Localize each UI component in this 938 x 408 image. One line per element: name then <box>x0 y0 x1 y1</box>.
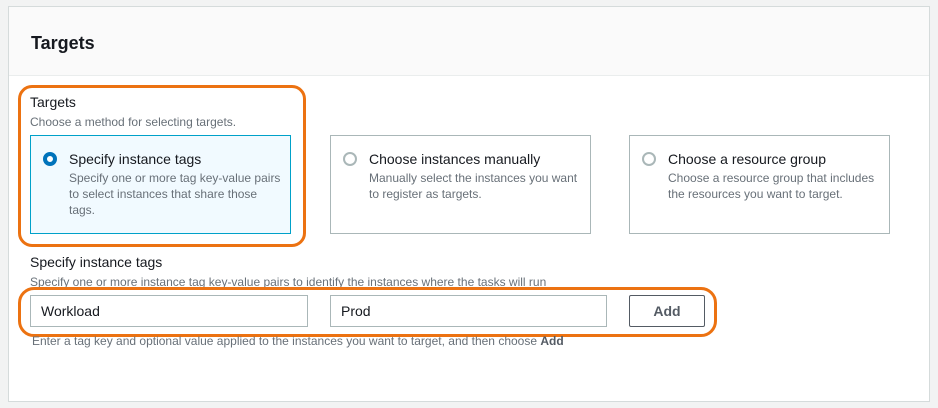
option-choose-instances-manually[interactable]: Choose instances manually Manually selec… <box>330 135 591 234</box>
option-description: Choose a resource group that includes th… <box>668 171 875 201</box>
help-text: Enter a tag key and optional value appli… <box>32 334 541 348</box>
panel-header: Targets <box>9 7 929 76</box>
tags-help-text: Enter a tag key and optional value appli… <box>32 334 564 348</box>
option-title: Choose instances manually <box>369 151 541 167</box>
tags-label: Specify instance tags <box>30 254 163 270</box>
radio-choose-resource-group[interactable] <box>642 152 656 166</box>
highlight-tag-inputs <box>18 287 717 337</box>
highlight-targets-box <box>18 85 306 247</box>
option-description: Manually select the instances you want t… <box>369 171 578 201</box>
option-choose-resource-group[interactable]: Choose a resource group Choose a resourc… <box>629 135 890 234</box>
option-title: Choose a resource group <box>668 151 826 167</box>
radio-choose-instances-manually[interactable] <box>343 152 357 166</box>
help-bold: Add <box>540 334 564 348</box>
panel-title: Targets <box>31 33 95 53</box>
